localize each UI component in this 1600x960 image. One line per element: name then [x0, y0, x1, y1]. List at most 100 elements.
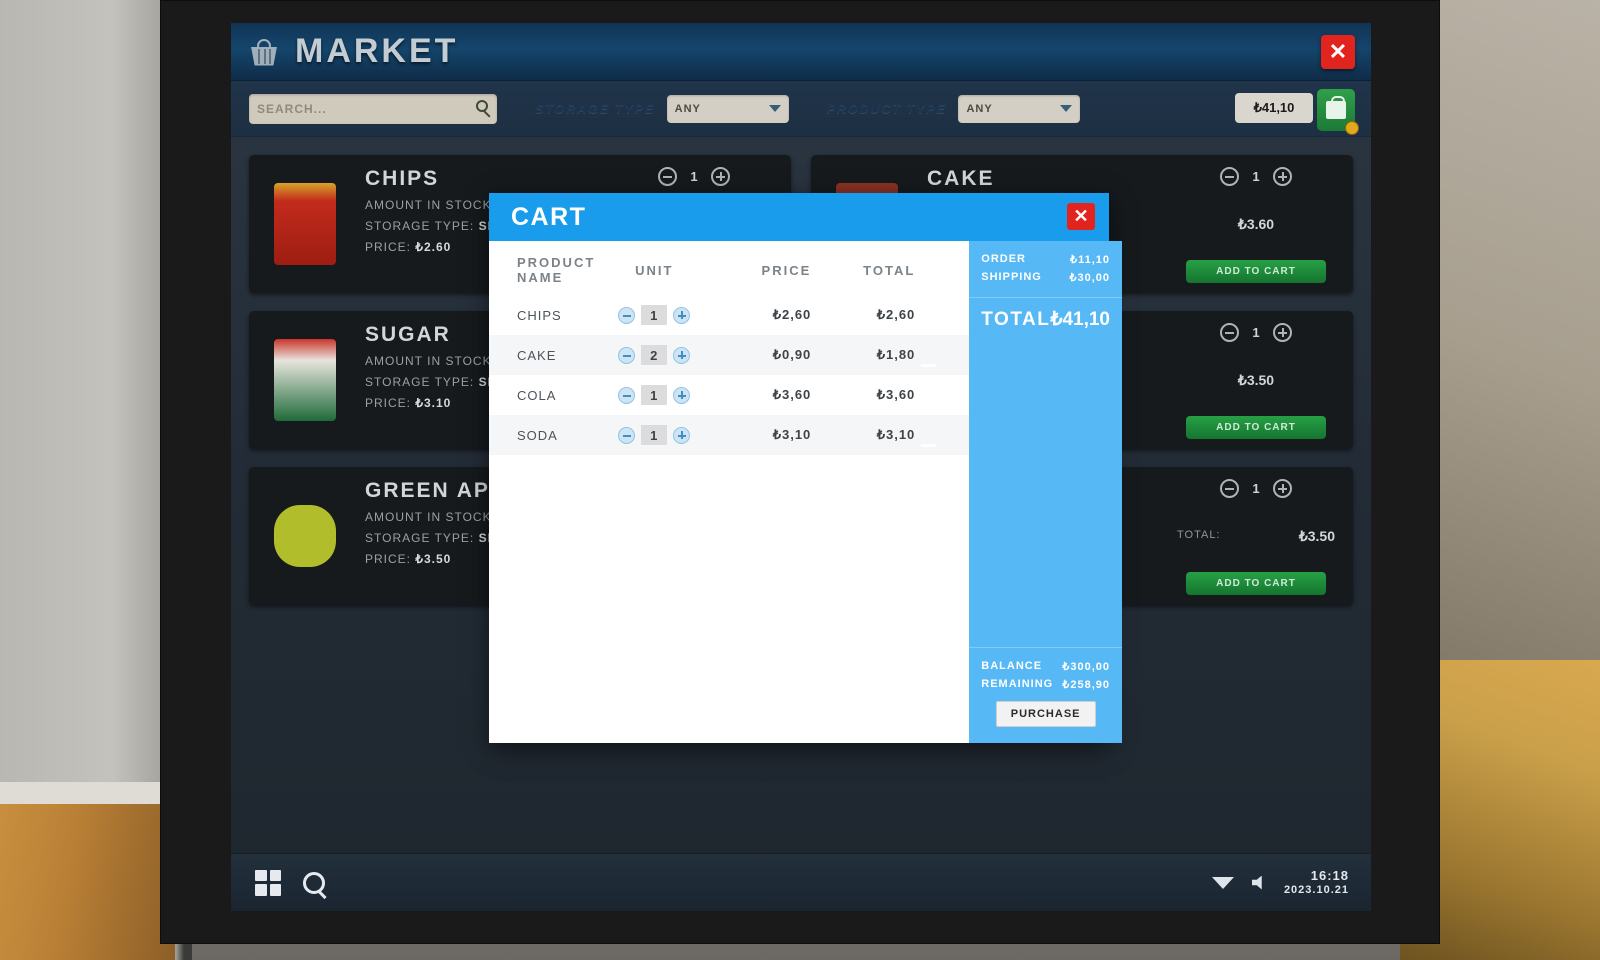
row-total: ₺2,60: [876, 307, 916, 322]
wifi-icon[interactable]: [1211, 876, 1234, 889]
product-thumbnail: [249, 311, 361, 449]
table-row[interactable]: CAKE 2 ₺0,90 ₺1,80: [489, 335, 970, 375]
table-row[interactable]: COLA 1 ₺3,60 ₺3,60: [489, 375, 970, 415]
row-unit-value: 1: [641, 385, 668, 405]
summary-balance-row: BALANCE ₺300,00: [981, 660, 1110, 673]
quantity-stepper[interactable]: 1: [658, 167, 730, 186]
storage-type-value: ANY: [674, 102, 701, 115]
increment-icon[interactable]: [673, 306, 691, 324]
column-price: PRICE: [761, 262, 812, 278]
add-to-cart-button[interactable]: ADD TO CART: [1186, 416, 1326, 439]
price-label: PRICE:: [365, 552, 412, 566]
search-input[interactable]: SEARCH...: [249, 93, 497, 124]
product-thumbnail: [249, 155, 361, 293]
total-value: ₺3.50: [1298, 527, 1335, 544]
row-unit-value: 1: [641, 425, 668, 445]
product-card-total: ₺3.50: [1237, 371, 1275, 388]
row-product-name: COLA: [517, 387, 557, 403]
product-actions: 1 ₺3.60 ADD TO CART: [1173, 155, 1353, 293]
row-total: ₺1,80: [876, 347, 916, 362]
storage-label: STORAGE TYPE:: [365, 375, 475, 389]
total-label: TOTAL: [981, 309, 1051, 330]
summary-spacer: [969, 343, 1122, 647]
table-row[interactable]: SODA 1 ₺3,10 ₺3,10: [489, 415, 970, 455]
summary-total-wrap: TOTAL ₺41,10: [969, 297, 1122, 343]
quantity-stepper[interactable]: 1: [1220, 479, 1292, 498]
market-close-button[interactable]: ✕: [1321, 35, 1355, 69]
product-name: CAKE: [927, 167, 995, 190]
storage-type-label: STORAGE TYPE: [535, 101, 655, 116]
market-title: MARKET: [295, 32, 459, 70]
purchase-button[interactable]: PURCHASE: [995, 701, 1096, 727]
quantity-stepper[interactable]: 1: [1220, 323, 1292, 342]
row-unit-control: 1: [595, 425, 713, 445]
volume-icon[interactable]: [1251, 875, 1262, 890]
clock-date: 2023.10.21: [1283, 883, 1349, 896]
product-total-row: TOTAL: ₺3.50: [1173, 526, 1339, 545]
search-placeholder: SEARCH...: [257, 101, 327, 116]
taskbar: 16:18 2023.10.21: [231, 853, 1371, 911]
order-value: ₺11,10: [1070, 254, 1110, 266]
order-label: ORDER: [981, 253, 1027, 265]
row-product-name: CHIPS: [517, 307, 562, 323]
decrement-icon[interactable]: [618, 346, 636, 364]
decrement-icon[interactable]: [618, 426, 636, 444]
cart-summary-panel: ORDER ₺11,10 SHIPPING ₺30,00 TOTAL ₺41,1…: [969, 241, 1122, 743]
clock[interactable]: 16:18 2023.10.21: [1284, 868, 1349, 898]
add-to-cart-button[interactable]: ADD TO CART: [1186, 572, 1326, 595]
balance-label: BALANCE: [981, 660, 1043, 672]
decrement-icon[interactable]: [618, 386, 636, 404]
open-cart-button[interactable]: [1317, 89, 1359, 135]
system-tray: 16:18 2023.10.21: [1211, 868, 1371, 898]
cart-titlebar: CART ✕: [489, 193, 1109, 241]
storage-label: STORAGE TYPE:: [365, 531, 475, 545]
column-total: TOTAL: [863, 262, 916, 278]
decrement-icon[interactable]: [1220, 167, 1239, 186]
quantity-value: 1: [1252, 169, 1260, 184]
product-type-label: PRODUCT TYPE: [826, 101, 947, 116]
decrement-icon[interactable]: [658, 167, 677, 186]
price-label: PRICE:: [365, 240, 412, 254]
row-unit-value: 1: [641, 305, 668, 325]
price-value: ₺3.10: [415, 396, 452, 410]
shipping-label: SHIPPING: [981, 271, 1042, 283]
product-type-dropdown[interactable]: ANY: [958, 94, 1081, 123]
increment-icon[interactable]: [711, 167, 730, 186]
row-total: ₺3,60: [876, 387, 916, 402]
increment-icon[interactable]: [1273, 323, 1292, 342]
increment-icon[interactable]: [1273, 167, 1292, 186]
product-actions: 1 ₺3.50 ADD TO CART: [1173, 311, 1353, 449]
cart-close-button[interactable]: ✕: [1067, 203, 1095, 230]
monitor-screen: MARKET ✕ SEARCH... STORAGE TYPE ANY PROD…: [231, 23, 1371, 911]
add-to-cart-button[interactable]: ADD TO CART: [1186, 260, 1326, 283]
storage-type-dropdown[interactable]: ANY: [666, 94, 789, 123]
cart-title: CART: [511, 202, 587, 231]
increment-icon[interactable]: [673, 386, 691, 404]
cart-dialog: CART ✕ PRODUCT NAME UNIT PRICE TOTAL CHI…: [489, 193, 1122, 743]
shopping-basket-icon: [249, 38, 279, 66]
remaining-label: REMAINING: [981, 678, 1054, 690]
row-product-name: SODA: [517, 427, 558, 443]
market-filter-bar: SEARCH... STORAGE TYPE ANY PRODUCT TYPE …: [231, 81, 1371, 137]
product-type-filter: PRODUCT TYPE ANY: [826, 94, 1081, 123]
windows-start-icon[interactable]: [255, 869, 281, 896]
amount-label: AMOUNT IN STOCK: [365, 354, 492, 368]
quantity-stepper[interactable]: 1: [1220, 167, 1292, 186]
summary-remaining-row: REMAINING ₺258,90: [981, 678, 1110, 691]
search-icon[interactable]: [303, 871, 325, 894]
chevron-down-icon: [768, 105, 781, 112]
decrement-icon[interactable]: [1220, 323, 1239, 342]
cart-empty-space: [489, 455, 970, 743]
cart-table-header: PRODUCT NAME UNIT PRICE TOTAL: [489, 241, 969, 295]
increment-icon[interactable]: [1273, 479, 1292, 498]
row-total: ₺3,10: [876, 427, 916, 442]
table-row[interactable]: CHIPS 1 ₺2,60 ₺2,60: [489, 295, 970, 335]
decrement-icon[interactable]: [1220, 479, 1239, 498]
remaining-value: ₺258,90: [1062, 679, 1110, 691]
increment-icon[interactable]: [673, 346, 691, 364]
decrement-icon[interactable]: [618, 306, 636, 324]
search-icon[interactable]: [476, 99, 488, 112]
quantity-value: 1: [690, 169, 698, 184]
shipping-value: ₺30,00: [1069, 272, 1110, 284]
increment-icon[interactable]: [673, 426, 691, 444]
